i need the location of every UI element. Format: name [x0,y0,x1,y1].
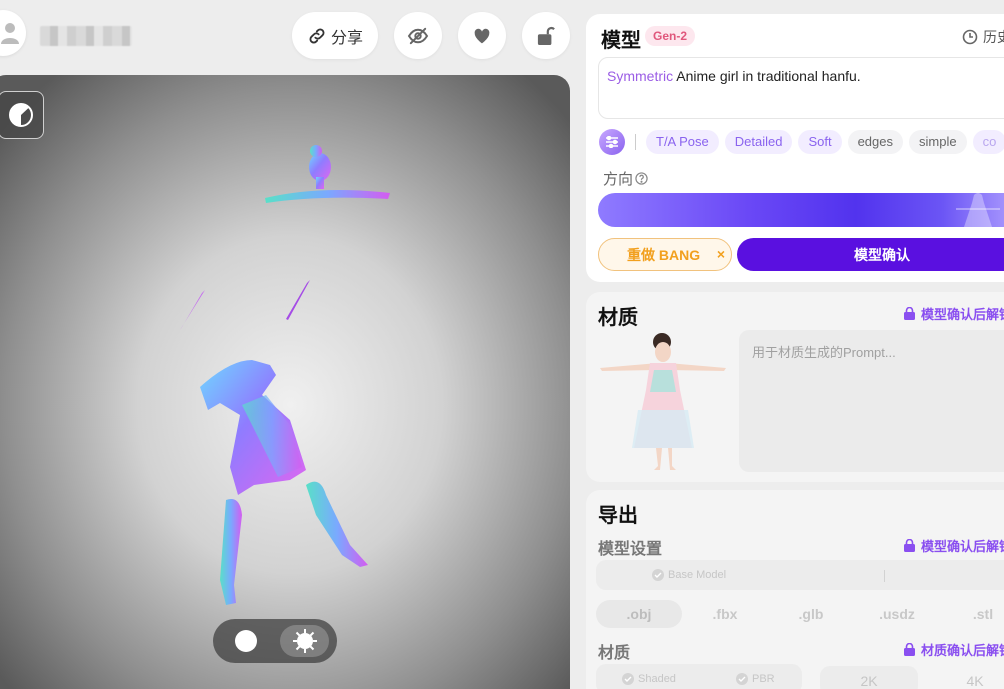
resolution-2k[interactable]: 2K [820,666,918,689]
direction-label: 方向 [603,168,648,189]
check-circle-icon [652,569,664,581]
pbr-label: PBR [752,673,775,685]
gen-badge: Gen-2 [645,26,696,46]
material-panel-title: 材质 [598,307,638,329]
material-locked-notice: 模型确认后解锁 [904,304,1004,323]
option-divider [884,570,885,582]
redo-button[interactable]: 重做 BANG × [598,238,732,271]
model-head-part [265,145,390,203]
model-leg-right [306,481,368,567]
export-panel-title: 导出 [598,505,638,527]
lock-icon [904,643,915,656]
check-circle-icon [736,673,748,685]
like-button[interactable] [458,12,506,59]
model-dress-part [200,360,306,495]
model-preview [180,145,390,605]
model-locked-label: 模型确认后解锁 [921,539,1004,554]
direction-figure-preview [956,193,1000,227]
redo-close-icon[interactable]: × [717,246,725,262]
visibility-lock-button[interactable] [522,12,570,59]
prompt-keyword: Symmetric [607,68,674,84]
chip-detailed[interactable]: Detailed [724,130,793,154]
help-icon[interactable] [635,172,648,185]
model-confirm-button[interactable]: 模型确认 [737,238,1004,271]
model-settings-label: 模型设置 [598,541,663,558]
sun-light-icon [292,629,317,653]
share-button[interactable]: 分享 [292,12,378,59]
clock-icon [962,29,978,45]
history-button[interactable]: 历史 [962,27,1004,47]
view-mode-toggle[interactable] [0,91,44,139]
light-option-studio[interactable] [280,625,329,657]
user-icon [1,23,19,44]
export-panel: 导出 模型设置 模型确认后解锁 Base Model .obj .fbx .gl… [586,490,1004,689]
shaded-option[interactable]: Shaded [622,673,676,685]
format-usdz[interactable]: .usdz [854,600,940,628]
prompt-settings-button[interactable] [599,129,625,155]
chip-edges[interactable]: edges [847,130,903,154]
light-option-solid[interactable] [221,625,270,657]
lock-icon [904,307,915,320]
material-export-locked-notice: 材质确认后解锁 [904,640,1004,659]
prompt-chip-row: T/A Pose Detailed Soft edges simple co [599,129,1004,155]
shaded-label: Shaded [638,673,676,685]
unlock-icon [537,26,555,45]
direction-label-text: 方向 [603,171,634,188]
material-export-locked-label: 材质确认后解锁 [921,643,1004,658]
heart-icon [474,28,490,43]
format-stl[interactable]: .stl [940,600,1004,628]
pbr-option[interactable]: PBR [736,673,775,685]
material-panel: 材质 模型确认后解锁 用于材质生成的Prompt... [586,292,1004,482]
model-prompt-input[interactable]: Symmetric Anime girl in traditional hanf… [598,57,1004,119]
format-fbx[interactable]: .fbx [682,600,768,628]
lock-icon [904,539,915,552]
sliders-icon [606,136,618,148]
direction-selector[interactable] [598,193,1004,227]
chip-soft[interactable]: Soft [798,130,842,154]
chip-simple[interactable]: simple [909,130,967,154]
material-prompt-input[interactable]: 用于材质生成的Prompt... [739,330,1004,472]
model-locked-notice: 模型确认后解锁 [904,536,1004,555]
hide-button[interactable] [394,12,442,59]
model-panel-title: 模型 [601,30,641,52]
history-label: 历史 [983,29,1004,45]
model-leg-left [220,499,242,605]
redo-label: 重做 BANG [627,246,701,263]
model-panel: 模型 Gen-2 历史 Symmetric Anime girl in trad… [586,14,1004,282]
user-avatar[interactable] [0,10,26,56]
check-circle-icon [622,673,634,685]
material-settings-label: 材质 [598,645,631,662]
3d-viewport[interactable] [0,75,570,689]
eye-off-icon [407,27,429,44]
material-locked-label: 模型确认后解锁 [921,307,1004,322]
prompt-text: Anime girl in traditional hanfu. [673,68,861,84]
half-circle-icon [9,103,33,127]
solid-circle-icon [234,630,257,652]
share-label: 分享 [330,29,363,47]
base-model-option[interactable]: Base Model [652,569,726,581]
link-icon [309,28,325,43]
chip-more[interactable]: co [972,130,1004,154]
model-hair-strand [180,290,205,330]
format-selector: .obj .fbx .glb .usdz .stl [596,600,1004,628]
material-preview-thumbnail [600,333,726,470]
format-obj[interactable]: .obj [596,600,682,628]
lighting-switch [213,619,337,663]
chip-pose[interactable]: T/A Pose [646,130,719,154]
base-model-label: Base Model [668,569,727,581]
format-glb[interactable]: .glb [768,600,854,628]
username-blurred [40,26,132,46]
resolution-4k[interactable]: 4K [926,666,1004,689]
chip-divider [635,134,636,150]
model-hair-strand [286,280,310,320]
